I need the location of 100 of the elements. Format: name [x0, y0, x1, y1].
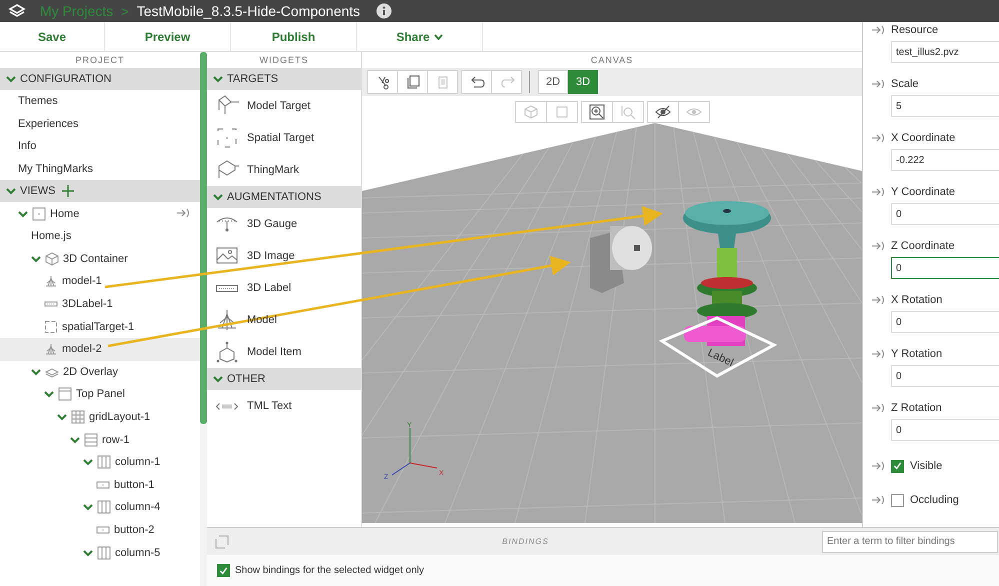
tree-item[interactable]: column-1 — [0, 450, 200, 474]
model-icon — [44, 342, 58, 356]
widget-item[interactable]: Model Target — [207, 90, 361, 122]
checkbox-label: Occluding — [910, 494, 959, 506]
section-header[interactable]: AUGMENTATIONS — [207, 186, 361, 208]
property-field[interactable]: test_illus2.pvz — [891, 41, 999, 63]
nav-item[interactable]: My ThingMarks — [0, 158, 200, 180]
property-field[interactable]: 0 — [891, 257, 999, 279]
info-icon — [376, 3, 392, 19]
nav-item[interactable]: Experiences — [0, 112, 200, 136]
chevron-down-icon[interactable] — [70, 434, 80, 445]
property-field[interactable]: 0 — [891, 365, 999, 387]
tree-label: model-2 — [62, 343, 102, 356]
tree-label: Home.js — [31, 230, 72, 242]
tree-label: 2D Overlay — [63, 366, 118, 378]
chevron-down-icon[interactable] — [6, 186, 16, 196]
tool-button[interactable] — [647, 101, 679, 123]
tree-label: Top Panel — [76, 388, 125, 400]
chevron-down-icon[interactable] — [18, 208, 28, 219]
mode-tab[interactable]: 2D — [538, 70, 568, 94]
property-field[interactable]: 5 — [891, 95, 999, 117]
checkbox[interactable] — [891, 460, 904, 472]
property-field[interactable]: -0.222 — [891, 149, 999, 171]
tree-item[interactable]: spatialTarget-1 — [0, 315, 200, 338]
chevron-down-icon[interactable] — [83, 548, 93, 558]
scrollbar-thumb[interactable] — [200, 52, 207, 424]
page-icon — [32, 206, 46, 221]
tree-item[interactable]: Top Panel — [0, 383, 200, 406]
cylinder-model — [590, 226, 652, 293]
widget-item[interactable]: Model Item — [207, 336, 361, 368]
chevron-down-icon[interactable] — [44, 389, 54, 400]
tree-item[interactable]: 3D Container — [0, 248, 200, 270]
chevron-down-icon[interactable] — [57, 412, 67, 422]
chevron-down-icon[interactable] — [83, 502, 93, 512]
checkbox[interactable] — [891, 494, 904, 506]
nav-item[interactable]: Info — [0, 135, 200, 158]
cube-icon — [523, 104, 539, 120]
tool-button[interactable] — [581, 101, 613, 123]
bindings-title: BINDINGS — [501, 537, 550, 546]
property-field[interactable]: 0 — [891, 203, 999, 225]
zoom-in-icon — [589, 104, 605, 120]
chevron-down-icon[interactable] — [213, 192, 223, 202]
checkbox-label: Visible — [910, 460, 942, 472]
widget-item[interactable]: Spatial Target — [207, 122, 361, 154]
chevron-down-icon[interactable] — [31, 254, 41, 264]
grid-icon — [71, 410, 85, 424]
tree-item[interactable]: column-5 — [0, 541, 200, 564]
widget-item[interactable]: 3D Image — [207, 240, 361, 272]
tool-button[interactable] — [461, 70, 492, 94]
chevron-down-icon[interactable] — [213, 74, 223, 84]
binding-icon — [871, 241, 885, 251]
nav-item[interactable]: Themes — [0, 90, 200, 113]
panel-heading: PROJECT — [74, 54, 126, 67]
tree-item[interactable]: row-1 — [0, 428, 200, 451]
checkmark-icon — [218, 564, 229, 576]
tree-item[interactable]: 2D Overlay — [0, 360, 200, 384]
model-item-icon — [215, 340, 239, 364]
widget-item[interactable]: 3D Gauge — [207, 208, 361, 240]
tree-item[interactable]: gridLayout-1 — [0, 406, 200, 428]
chevron-down-icon[interactable] — [213, 374, 223, 384]
tool-button[interactable] — [367, 70, 398, 94]
chevron-down-icon[interactable] — [31, 366, 41, 377]
tree-item[interactable]: model-1 — [0, 270, 200, 293]
binding-icon — [871, 403, 885, 413]
widget-item[interactable]: ThingMark — [207, 154, 361, 186]
checkbox-label: Show bindings for the selected widget only — [235, 565, 424, 576]
chevron-down-icon[interactable] — [83, 457, 93, 468]
binding-icon — [871, 79, 885, 89]
mode-tab[interactable]: 3D — [568, 70, 598, 94]
section-header[interactable]: TARGETS — [207, 68, 361, 90]
columns-icon — [97, 500, 111, 514]
tree-item[interactable]: 3DLabel-1 — [0, 292, 200, 316]
binding-icon — [871, 349, 885, 359]
tree-item[interactable]: button-1 — [0, 474, 200, 496]
checkbox[interactable] — [217, 564, 230, 577]
property-label: Z Coordinate — [891, 240, 955, 252]
section-header[interactable]: VIEWS — [0, 180, 200, 202]
property-label: Z Rotation — [891, 402, 942, 414]
tree-item[interactable]: column-4 — [0, 496, 200, 519]
widget-item[interactable]: 3D Label — [207, 272, 361, 304]
filter-field[interactable]: Enter a term to filter bindings — [822, 530, 998, 552]
tree-item[interactable]: model-2 — [0, 338, 200, 361]
widget-item[interactable]: TML Text — [207, 390, 361, 422]
tree-item[interactable]: Home.js — [0, 224, 200, 248]
section-header[interactable]: OTHER — [207, 368, 361, 390]
property-field[interactable]: 0 — [891, 419, 999, 441]
tree-label: column-1 — [115, 456, 160, 468]
tree-label: button-2 — [114, 524, 154, 536]
tml-tag-icon — [216, 402, 238, 410]
tree-item[interactable]: button-2 — [0, 518, 200, 542]
tool-button[interactable] — [397, 70, 428, 94]
section-header[interactable]: CONFIGURATION — [0, 68, 200, 90]
property-field[interactable]: 0 — [891, 311, 999, 333]
chevron-down-icon[interactable] — [6, 74, 16, 84]
tree-label: Home — [50, 208, 80, 220]
project-title: TestMobile_8.3.5-Hide-Components — [136, 3, 360, 19]
tree-item[interactable]: Home — [0, 202, 200, 225]
binding-icon — [871, 133, 885, 143]
binding-icon — [871, 295, 885, 305]
property-label: X Rotation — [891, 294, 942, 306]
